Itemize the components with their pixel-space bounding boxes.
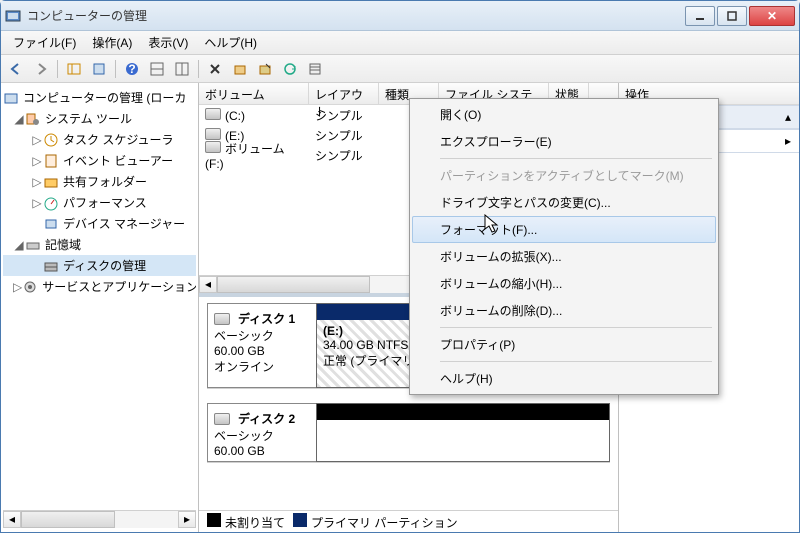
cm-delete[interactable]: ボリュームの削除(D)... <box>412 297 716 324</box>
menu-separator <box>440 361 712 362</box>
tree-event-viewer[interactable]: ▷ イベント ビューアー <box>3 150 196 171</box>
list-icon[interactable] <box>304 58 326 80</box>
col-layout[interactable]: レイアウト <box>309 83 379 104</box>
collapse-arrow-icon: ▴ <box>785 110 791 124</box>
legend-label: 未割り当て <box>225 516 285 530</box>
disk-title: ディスク 1 <box>238 310 295 327</box>
expand-icon[interactable]: ▷ <box>13 280 22 294</box>
col-volume[interactable]: ボリューム <box>199 83 309 104</box>
tree-label: サービスとアプリケーション <box>42 278 196 295</box>
tree-label: コンピューターの管理 (ローカ <box>23 89 186 106</box>
menubar: ファイル(F) 操作(A) 表示(V) ヘルプ(H) <box>1 31 799 55</box>
volume-layout: シンプル <box>309 125 379 146</box>
tree-disk-management[interactable]: ディスクの管理 <box>3 255 196 276</box>
disk-type: ベーシック <box>214 327 310 344</box>
tree-shared-folders[interactable]: ▷ 共有フォルダー <box>3 171 196 192</box>
tree-panel: コンピューターの管理 (ローカ ◢ システム ツール ▷ タスク スケジューラ ▷ イ… <box>1 83 199 532</box>
tree-device-manager[interactable]: デバイス マネージャー <box>3 213 196 234</box>
legend-swatch-unallocated <box>207 513 221 527</box>
tree-hscrollbar[interactable]: ◂▸ <box>3 510 196 528</box>
cm-open[interactable]: 開く(O) <box>412 101 716 128</box>
collapse-icon[interactable]: ◢ <box>13 112 25 126</box>
forward-button[interactable] <box>30 58 52 80</box>
tree-performance[interactable]: ▷ パフォーマンス <box>3 192 196 213</box>
tree-label: ディスクの管理 <box>63 257 146 274</box>
action-icon-2[interactable] <box>254 58 276 80</box>
partition-unallocated[interactable] <box>316 403 610 462</box>
menu-separator <box>440 158 712 159</box>
tree-services[interactable]: ▷ サービスとアプリケーション <box>3 276 196 297</box>
expand-icon[interactable]: ▷ <box>31 154 43 168</box>
cm-explorer[interactable]: エクスプローラー(E) <box>412 128 716 155</box>
volume-name: (C:) <box>225 109 245 123</box>
minimize-button[interactable] <box>685 6 715 26</box>
menu-action[interactable]: 操作(A) <box>84 31 140 54</box>
menu-file[interactable]: ファイル(F) <box>5 31 84 54</box>
tree-root[interactable]: コンピューターの管理 (ローカ <box>3 87 196 108</box>
drive-icon <box>205 108 221 120</box>
volume-layout: シンプル <box>309 105 379 126</box>
action-icon-1[interactable] <box>229 58 251 80</box>
tree-label: 共有フォルダー <box>63 173 147 190</box>
tree-label: タスク スケジューラ <box>63 131 174 148</box>
cm-mark-active: パーティションをアクティブとしてマーク(M) <box>412 162 716 189</box>
collapse-icon[interactable]: ◢ <box>13 238 25 252</box>
expand-icon[interactable]: ▷ <box>31 133 43 147</box>
menu-separator <box>440 327 712 328</box>
disk-title: ディスク 2 <box>238 410 295 427</box>
layout-button-1[interactable] <box>146 58 168 80</box>
tree-system-tools[interactable]: ◢ システム ツール <box>3 108 196 129</box>
cm-change-letter[interactable]: ドライブ文字とパスの変更(C)... <box>412 189 716 216</box>
refresh-icon[interactable] <box>279 58 301 80</box>
legend: 未割り当て プライマリ パーティション <box>199 510 618 532</box>
volume-layout: シンプル <box>309 145 379 166</box>
maximize-button[interactable] <box>717 6 747 26</box>
tree-label: 記憶域 <box>45 236 81 253</box>
cm-shrink[interactable]: ボリュームの縮小(H)... <box>412 270 716 297</box>
menu-help[interactable]: ヘルプ(H) <box>196 31 265 54</box>
cm-properties[interactable]: プロパティ(P) <box>412 331 716 358</box>
legend-label: プライマリ パーティション <box>311 516 458 530</box>
disk-size: 60.00 GB <box>214 344 310 358</box>
tree-storage[interactable]: ◢ 記憶域 <box>3 234 196 255</box>
legend-swatch-primary <box>293 513 307 527</box>
tree-label: システム ツール <box>45 110 132 127</box>
expand-icon[interactable]: ▷ <box>31 175 43 189</box>
context-menu: 開く(O) エクスプローラー(E) パーティションをアクティブとしてマーク(M)… <box>409 98 719 395</box>
disk-info[interactable]: ディスク 2 ベーシック 60.00 GB <box>207 403 317 462</box>
disk-status: オンライン <box>214 358 310 375</box>
window-title: コンピューターの管理 <box>27 7 685 24</box>
disk-type: ベーシック <box>214 427 310 444</box>
help-icon[interactable]: ? <box>121 58 143 80</box>
disk-info[interactable]: ディスク 1 ベーシック 60.00 GB オンライン <box>207 303 317 388</box>
tree-task-scheduler[interactable]: ▷ タスク スケジューラ <box>3 129 196 150</box>
show-hide-tree-button[interactable] <box>63 58 85 80</box>
tree-label: イベント ビューアー <box>63 152 173 169</box>
drive-icon <box>205 141 221 153</box>
menu-view[interactable]: 表示(V) <box>140 31 196 54</box>
layout-button-2[interactable] <box>171 58 193 80</box>
app-icon <box>5 8 21 24</box>
disk-row: ディスク 2 ベーシック 60.00 GB <box>207 403 610 463</box>
delete-icon[interactable] <box>204 58 226 80</box>
tree-label: パフォーマンス <box>63 194 147 211</box>
disk-icon <box>214 413 230 425</box>
toolbar: ? <box>1 55 799 83</box>
tree-label: デバイス マネージャー <box>63 215 185 232</box>
chevron-right-icon: ▸ <box>785 134 791 148</box>
back-button[interactable] <box>5 58 27 80</box>
properties-button[interactable] <box>88 58 110 80</box>
disk-icon <box>214 313 230 325</box>
titlebar[interactable]: コンピューターの管理 ✕ <box>1 1 799 31</box>
cm-help[interactable]: ヘルプ(H) <box>412 365 716 392</box>
close-button[interactable]: ✕ <box>749 6 795 26</box>
cm-format[interactable]: フォーマット(F)... <box>412 216 716 243</box>
expand-icon[interactable]: ▷ <box>31 196 43 210</box>
svg-text:?: ? <box>128 62 135 76</box>
disk-size: 60.00 GB <box>214 444 310 458</box>
cm-extend[interactable]: ボリュームの拡張(X)... <box>412 243 716 270</box>
